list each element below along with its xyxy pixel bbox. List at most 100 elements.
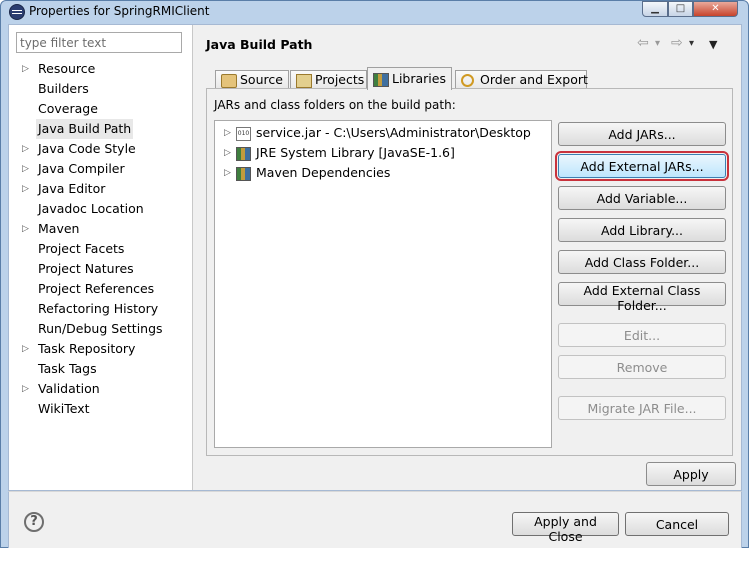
sidebar-item-label: Java Compiler bbox=[38, 161, 125, 176]
sidebar-item[interactable]: ▷ Maven bbox=[9, 219, 192, 239]
section-label: JARs and class folders on the build path… bbox=[214, 98, 456, 112]
tab-libraries[interactable]: Libraries bbox=[367, 67, 452, 90]
add-class-folder-button[interactable]: Add Class Folder... bbox=[558, 250, 726, 274]
tab-order-and-export[interactable]: Order and Export bbox=[455, 70, 588, 90]
tab-label: Projects bbox=[315, 72, 365, 87]
back-arrow-icon[interactable]: ⇦ bbox=[637, 35, 649, 51]
source-folder-icon bbox=[221, 74, 237, 88]
close-button[interactable]: ✕ bbox=[693, 1, 738, 17]
sidebar-item[interactable]: WikiText bbox=[9, 399, 192, 419]
cancel-button[interactable]: Cancel bbox=[625, 512, 729, 536]
sidebar-item[interactable]: ▷ Resource bbox=[9, 59, 192, 79]
tab-label: Source bbox=[240, 72, 283, 87]
window-title: Properties for SpringRMIClient bbox=[29, 4, 210, 18]
sidebar-item[interactable]: Project Natures bbox=[9, 259, 192, 279]
expand-arrow-icon[interactable]: ▷ bbox=[22, 339, 32, 359]
libraries-icon bbox=[373, 73, 389, 87]
sidebar: ▷ Resource Builders Coverage Java Build Path… bbox=[9, 25, 193, 490]
expand-arrow-icon[interactable]: ▷ bbox=[22, 159, 32, 179]
filter-input[interactable] bbox=[16, 32, 182, 53]
library-icon bbox=[236, 147, 251, 161]
sidebar-item-label: Project Facets bbox=[38, 241, 125, 256]
add-library-button[interactable]: Add Library... bbox=[558, 218, 726, 242]
sidebar-item-label: Java Code Style bbox=[38, 141, 136, 156]
view-menu-icon[interactable]: ▼ bbox=[709, 38, 717, 51]
expand-arrow-icon[interactable]: ▷ bbox=[224, 163, 231, 183]
jar-icon: 010 bbox=[236, 127, 251, 141]
expand-arrow-icon[interactable]: ▷ bbox=[224, 143, 231, 163]
order-export-icon bbox=[461, 74, 474, 87]
sidebar-item-label: Java Editor bbox=[38, 181, 106, 196]
sidebar-item[interactable]: Refactoring History bbox=[9, 299, 192, 319]
sidebar-item-label: WikiText bbox=[38, 401, 90, 416]
sidebar-item[interactable]: ▷ Task Repository bbox=[9, 339, 192, 359]
add-external-class-folder-button[interactable]: Add External Class Folder... bbox=[558, 282, 726, 313]
list-item-label: service.jar - C:\Users\Administrator\Des… bbox=[256, 125, 531, 140]
sidebar-item-label: Refactoring History bbox=[38, 301, 159, 316]
list-item[interactable]: ▷ JRE System Library [JavaSE-1.6] bbox=[215, 143, 545, 163]
remove-button[interactable]: Remove bbox=[558, 355, 726, 379]
dialog-body: ▷ Resource Builders Coverage Java Build Path… bbox=[8, 24, 742, 491]
sidebar-item-label: Project Natures bbox=[38, 261, 134, 276]
sidebar-item[interactable]: Project Facets bbox=[9, 239, 192, 259]
list-item-label: Maven Dependencies bbox=[256, 165, 391, 180]
sidebar-item[interactable]: Builders bbox=[9, 79, 192, 99]
sidebar-item-label: Project References bbox=[38, 281, 155, 296]
apply-and-close-button[interactable]: Apply and Close bbox=[512, 512, 619, 544]
list-item[interactable]: ▷ 010 service.jar - C:\Users\Administrator… bbox=[215, 123, 545, 143]
library-icon bbox=[236, 167, 251, 181]
expand-arrow-icon[interactable]: ▷ bbox=[22, 179, 32, 199]
sidebar-item-label: Javadoc Location bbox=[38, 201, 144, 216]
title-bar[interactable]: Properties for SpringRMIClient ▁ □ ✕ bbox=[1, 1, 748, 23]
sidebar-item[interactable]: Java Build Path bbox=[9, 119, 192, 139]
list-item[interactable]: ▷ Maven Dependencies bbox=[215, 163, 545, 183]
edit-button[interactable]: Edit... bbox=[558, 323, 726, 347]
tab-label: Libraries bbox=[392, 71, 446, 86]
apply-button[interactable]: Apply bbox=[646, 462, 736, 486]
sidebar-item[interactable]: ▷ Java Editor bbox=[9, 179, 192, 199]
sidebar-item[interactable]: Coverage bbox=[9, 99, 192, 119]
minimize-button[interactable]: ▁ bbox=[642, 1, 668, 17]
help-icon[interactable]: ? bbox=[24, 512, 44, 532]
dialog-footer: ? Apply and Close Cancel bbox=[8, 491, 742, 549]
list-item-label: JRE System Library [JavaSE-1.6] bbox=[256, 145, 455, 160]
sidebar-item-label: Coverage bbox=[38, 101, 98, 116]
tab-label: Order and Export bbox=[480, 72, 588, 87]
expand-arrow-icon[interactable]: ▷ bbox=[22, 59, 32, 79]
page-title: Java Build Path bbox=[206, 37, 313, 52]
sidebar-item[interactable]: Project References bbox=[9, 279, 192, 299]
add-variable-button[interactable]: Add Variable... bbox=[558, 186, 726, 210]
sidebar-item-label: Task Tags bbox=[38, 361, 97, 376]
sidebar-item[interactable]: ▷ Java Code Style bbox=[9, 139, 192, 159]
expand-arrow-icon[interactable]: ▷ bbox=[22, 379, 32, 399]
sidebar-item-label: Task Repository bbox=[38, 341, 136, 356]
add-external-jars-button[interactable]: Add External JARs... bbox=[555, 151, 729, 181]
expand-arrow-icon[interactable]: ▷ bbox=[224, 123, 231, 143]
tab-source[interactable]: Source bbox=[215, 70, 289, 90]
expand-arrow-icon[interactable]: ▷ bbox=[22, 139, 32, 159]
main-panel: Java Build Path ⇦ ▾ ⇨ ▾ ▼ Source Projects… bbox=[199, 25, 739, 490]
tab-projects[interactable]: Projects bbox=[290, 70, 367, 90]
sidebar-item-label: Maven bbox=[38, 221, 80, 236]
forward-menu-icon[interactable]: ▾ bbox=[689, 38, 694, 49]
sidebar-item-label: Builders bbox=[38, 81, 89, 96]
expand-arrow-icon[interactable]: ▷ bbox=[22, 219, 32, 239]
sidebar-item-label: Validation bbox=[38, 381, 100, 396]
build-path-list[interactable]: ▷ 010 service.jar - C:\Users\Administrator… bbox=[214, 120, 552, 448]
sidebar-item[interactable]: Task Tags bbox=[9, 359, 192, 379]
sidebar-item[interactable]: ▷ Java Compiler bbox=[9, 159, 192, 179]
add-jars-button[interactable]: Add JARs... bbox=[558, 122, 726, 146]
maximize-button[interactable]: □ bbox=[668, 1, 693, 17]
sidebar-item[interactable]: Run/Debug Settings bbox=[9, 319, 192, 339]
migrate-jar-file-button[interactable]: Migrate JAR File... bbox=[558, 396, 726, 420]
sidebar-item[interactable]: ▷ Validation bbox=[9, 379, 192, 399]
sidebar-item-label: Run/Debug Settings bbox=[38, 321, 163, 336]
back-menu-icon[interactable]: ▾ bbox=[655, 38, 660, 49]
forward-arrow-icon[interactable]: ⇨ bbox=[671, 35, 683, 51]
eclipse-icon bbox=[9, 4, 25, 20]
projects-icon bbox=[296, 74, 312, 88]
background-window bbox=[0, 548, 749, 561]
sidebar-item[interactable]: Javadoc Location bbox=[9, 199, 192, 219]
sidebar-item-label: Java Build Path bbox=[36, 119, 134, 139]
properties-dialog: Properties for SpringRMIClient ▁ □ ✕ ▷ Re… bbox=[0, 0, 749, 549]
